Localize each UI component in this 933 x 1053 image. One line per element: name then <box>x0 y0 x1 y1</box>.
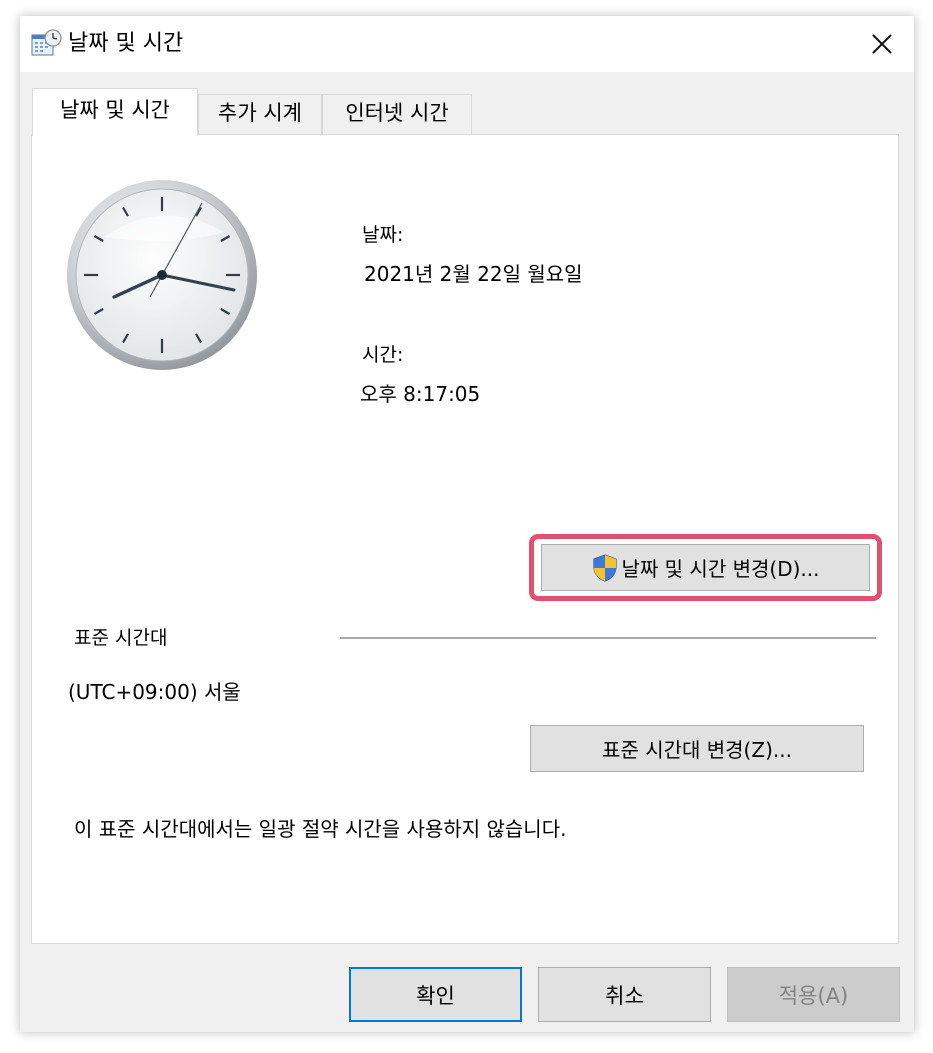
calendar-clock-icon <box>31 29 62 56</box>
time-label: 시간: <box>362 344 404 366</box>
tab-additional-clocks[interactable]: 추가 시계 <box>198 94 322 134</box>
apply-label: 적용(A) <box>778 983 849 1008</box>
tab-internet-time[interactable]: 인터넷 시간 <box>322 94 472 134</box>
tab-date-and-time[interactable]: 날짜 및 시간 <box>32 88 198 136</box>
uac-shield-icon <box>593 553 617 582</box>
change-date-time-button[interactable]: 날짜 및 시간 변경(D)... <box>541 544 870 591</box>
date-label: 날짜: <box>362 224 404 246</box>
change-date-time-label: 날짜 및 시간 변경(D)... <box>621 557 820 581</box>
section-divider <box>340 637 876 639</box>
date-time-dialog: 날짜 및 시간 날짜 및 시간 추가 시계 인터넷 시간 날짜: 2021년 2… <box>20 16 914 1032</box>
ok-label: 확인 <box>416 983 455 1008</box>
timezone-section-label: 표준 시간대 <box>74 627 168 649</box>
cancel-button[interactable]: 취소 <box>538 967 711 1022</box>
timezone-value: (UTC+09:00) 서울 <box>68 680 241 704</box>
apply-button[interactable]: 적용(A) <box>727 967 900 1022</box>
change-timezone-button[interactable]: 표준 시간대 변경(Z)... <box>530 725 864 772</box>
window-title: 날짜 및 시간 <box>68 31 184 56</box>
dst-note: 이 표준 시간대에서는 일광 절약 시간을 사용하지 않습니다. <box>74 817 567 841</box>
analog-clock-icon <box>67 180 257 370</box>
tab-label: 인터넷 시간 <box>345 101 449 125</box>
tab-panel: 날짜: 2021년 2월 22일 월요일 시간: 오후 8:17:05 날짜 및… <box>31 134 899 944</box>
title-bar[interactable]: 날짜 및 시간 <box>20 16 914 72</box>
tab-label: 추가 시계 <box>218 101 302 125</box>
tab-label: 날짜 및 시간 <box>60 98 170 122</box>
time-value: 오후 8:17:05 <box>360 382 481 406</box>
date-value: 2021년 2월 22일 월요일 <box>364 262 583 286</box>
cancel-label: 취소 <box>605 983 644 1008</box>
close-button[interactable] <box>850 16 914 72</box>
change-timezone-label: 표준 시간대 변경(Z)... <box>602 738 792 762</box>
ok-button[interactable]: 확인 <box>349 967 522 1022</box>
close-icon <box>872 34 892 54</box>
